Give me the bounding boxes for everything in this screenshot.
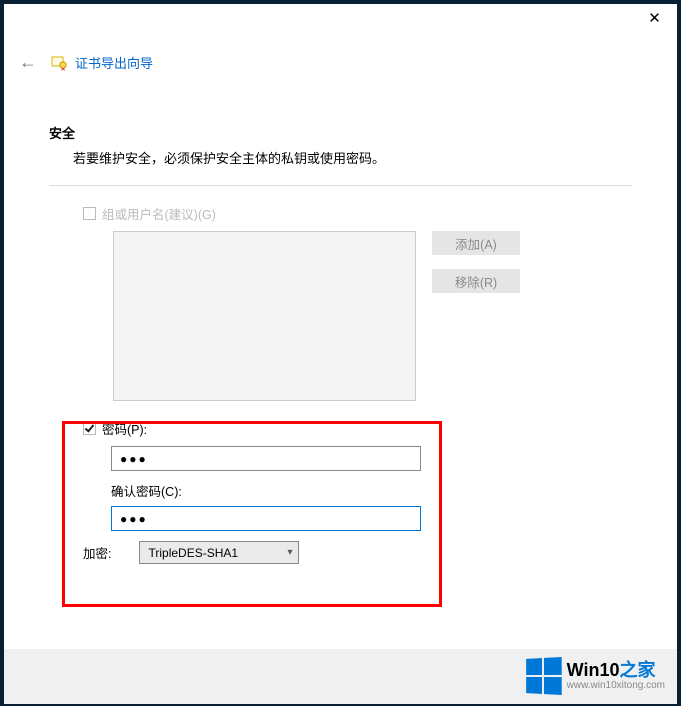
watermark-url: www.win10xitong.com: [567, 680, 665, 691]
titlebar: ✕: [4, 4, 677, 32]
close-button[interactable]: ✕: [632, 4, 677, 32]
certificate-icon: [51, 55, 67, 71]
windows-logo-icon: [526, 657, 562, 695]
security-heading: 安全: [49, 123, 632, 142]
chevron-down-icon: ▾: [287, 547, 292, 558]
password-label: 密码(P):: [102, 419, 147, 438]
add-button-label: 添加(A): [455, 234, 497, 253]
encryption-select[interactable]: TripleDES-SHA1 ▾: [139, 541, 299, 564]
add-button[interactable]: 添加(A): [432, 231, 520, 255]
watermark: Win10之家 www.win10xitong.com: [525, 658, 665, 694]
group-listbox[interactable]: [113, 231, 416, 401]
watermark-brand-a: Win10: [567, 660, 620, 680]
close-icon: ✕: [648, 9, 661, 27]
confirm-password-value: ●●●: [120, 512, 148, 526]
watermark-brand-b: 之家: [619, 660, 655, 680]
password-input[interactable]: ●●●: [111, 446, 421, 471]
password-checkbox[interactable]: [83, 422, 96, 435]
remove-button[interactable]: 移除(R): [432, 269, 520, 293]
back-button[interactable]: ←: [19, 52, 39, 73]
encryption-label: 加密:: [83, 543, 111, 562]
group-checkbox[interactable]: [83, 207, 96, 220]
wizard-title: 证书导出向导: [75, 53, 153, 72]
confirm-password-input[interactable]: ●●●: [111, 506, 421, 531]
remove-button-label: 移除(R): [455, 272, 497, 291]
divider: [49, 185, 632, 186]
password-value: ●●●: [120, 452, 148, 466]
back-arrow-icon: ←: [19, 52, 37, 72]
encryption-selected: TripleDES-SHA1: [148, 546, 238, 560]
group-label: 组或用户名(建议)(G): [102, 204, 216, 223]
confirm-password-label: 确认密码(C):: [111, 481, 632, 500]
security-description: 若要维护安全，必须保护安全主体的私钥或使用密码。: [73, 148, 632, 167]
wizard-window: ✕ ← 证书导出向导 安全 若要维护安全，必须保护安全主体的私钥或使用密码。: [4, 4, 677, 704]
